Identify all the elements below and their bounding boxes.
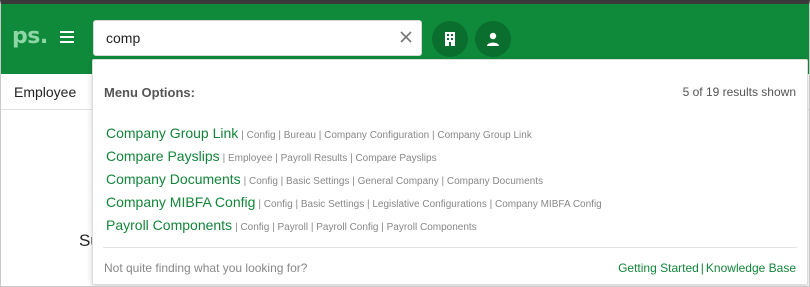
link-separator: | bbox=[700, 261, 704, 275]
results-list: Company Group Link | Config | Bureau | Co… bbox=[106, 125, 602, 240]
results-count: 5 of 19 results shown bbox=[682, 85, 796, 99]
result-path: | Config | Basic Settings | General Comp… bbox=[243, 176, 544, 187]
result-path: | Employee | Payroll Results | Compare P… bbox=[222, 153, 437, 164]
result-path: | Config | Basic Settings | Legislative … bbox=[258, 199, 602, 210]
knowledge-base-link[interactable]: Knowledge Base bbox=[706, 261, 796, 275]
result-item[interactable]: Payroll Components | Config | Payroll | P… bbox=[106, 217, 602, 240]
result-item[interactable]: Company Documents | Config | Basic Settin… bbox=[106, 171, 602, 194]
result-item[interactable]: Company MIBFA Config | Config | Basic Set… bbox=[106, 194, 602, 217]
result-path: | Config | Bureau | Company Configuratio… bbox=[241, 130, 532, 141]
result-path: | Config | Payroll | Payroll Config | Pa… bbox=[235, 222, 477, 233]
close-icon[interactable] bbox=[399, 30, 413, 44]
search-box bbox=[93, 20, 422, 56]
result-title[interactable]: Company Documents bbox=[106, 171, 241, 187]
app-window: ps. Empl bbox=[0, 0, 810, 287]
result-title[interactable]: Company Group Link bbox=[106, 125, 238, 141]
getting-started-link[interactable]: Getting Started bbox=[618, 261, 699, 275]
logo[interactable]: ps. bbox=[12, 24, 48, 49]
footer-question: Not quite finding what you looking for? bbox=[104, 261, 308, 275]
company-button[interactable] bbox=[432, 21, 468, 57]
search-results-dropdown: Menu Options: 5 of 19 results shown Comp… bbox=[92, 59, 808, 285]
user-icon bbox=[487, 32, 499, 46]
tab-employee[interactable]: Employee bbox=[14, 84, 76, 100]
search-input[interactable] bbox=[94, 21, 394, 55]
footer-links: Getting Started | Knowledge Base bbox=[618, 261, 796, 275]
hamburger-icon[interactable] bbox=[60, 31, 74, 43]
dropdown-title: Menu Options: bbox=[104, 85, 195, 100]
result-title[interactable]: Compare Payslips bbox=[106, 148, 220, 164]
result-title[interactable]: Payroll Components bbox=[106, 217, 232, 233]
divider bbox=[103, 247, 797, 248]
building-icon bbox=[445, 32, 455, 46]
result-title[interactable]: Company MIBFA Config bbox=[106, 194, 255, 210]
result-item[interactable]: Company Group Link | Config | Bureau | Co… bbox=[106, 125, 602, 148]
result-item[interactable]: Compare Payslips | Employee | Payroll Res… bbox=[106, 148, 602, 171]
profile-button[interactable] bbox=[475, 21, 511, 57]
